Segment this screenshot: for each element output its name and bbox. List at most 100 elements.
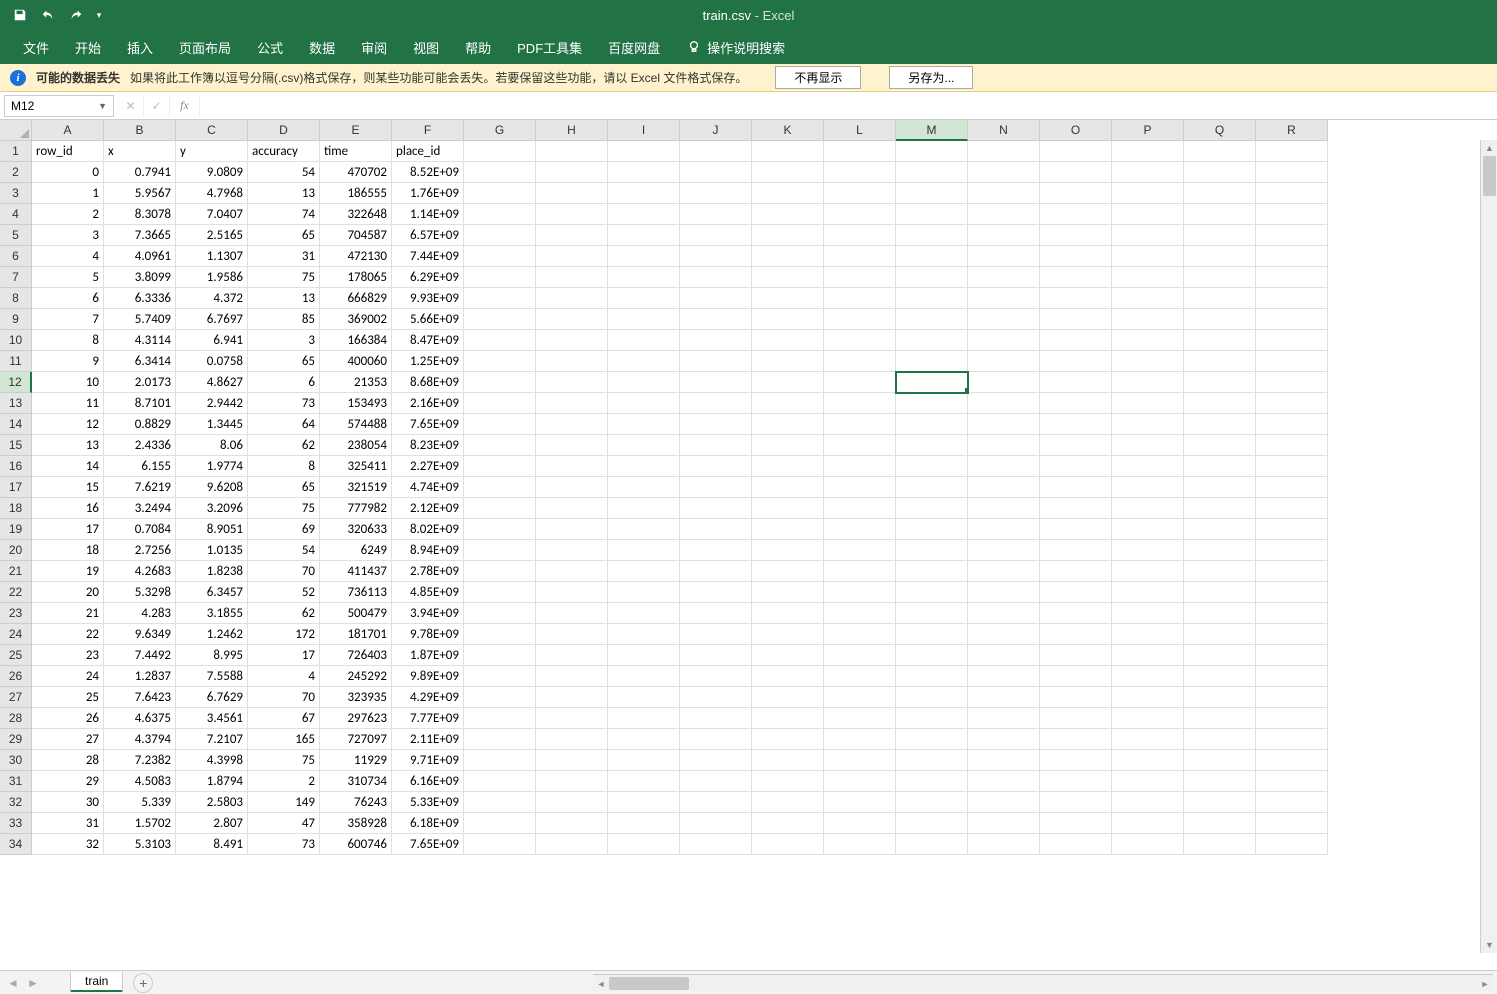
cell-H5[interactable] bbox=[536, 225, 608, 246]
cell-K23[interactable] bbox=[752, 603, 824, 624]
cell-C17[interactable]: 9.6208 bbox=[176, 477, 248, 498]
cell-D2[interactable]: 54 bbox=[248, 162, 320, 183]
row-header-25[interactable]: 25 bbox=[0, 645, 32, 666]
row-header-23[interactable]: 23 bbox=[0, 603, 32, 624]
cell-L34[interactable] bbox=[824, 834, 896, 855]
row-header-13[interactable]: 13 bbox=[0, 393, 32, 414]
cell-I13[interactable] bbox=[608, 393, 680, 414]
cell-C33[interactable]: 2.807 bbox=[176, 813, 248, 834]
cell-L24[interactable] bbox=[824, 624, 896, 645]
cell-H22[interactable] bbox=[536, 582, 608, 603]
row-header-31[interactable]: 31 bbox=[0, 771, 32, 792]
cell-R2[interactable] bbox=[1256, 162, 1328, 183]
cell-H10[interactable] bbox=[536, 330, 608, 351]
cell-P34[interactable] bbox=[1112, 834, 1184, 855]
cell-R23[interactable] bbox=[1256, 603, 1328, 624]
cell-C34[interactable]: 8.491 bbox=[176, 834, 248, 855]
cell-F22[interactable]: 4.85E+09 bbox=[392, 582, 464, 603]
cell-F14[interactable]: 7.65E+09 bbox=[392, 414, 464, 435]
cell-O22[interactable] bbox=[1040, 582, 1112, 603]
cell-P20[interactable] bbox=[1112, 540, 1184, 561]
cell-K31[interactable] bbox=[752, 771, 824, 792]
cell-A19[interactable]: 17 bbox=[32, 519, 104, 540]
cell-K18[interactable] bbox=[752, 498, 824, 519]
cell-I10[interactable] bbox=[608, 330, 680, 351]
cell-N16[interactable] bbox=[968, 456, 1040, 477]
horizontal-scrollbar[interactable]: ◄ ► bbox=[593, 974, 1493, 991]
cell-I5[interactable] bbox=[608, 225, 680, 246]
cell-R9[interactable] bbox=[1256, 309, 1328, 330]
cell-P29[interactable] bbox=[1112, 729, 1184, 750]
cell-C16[interactable]: 1.9774 bbox=[176, 456, 248, 477]
cell-G16[interactable] bbox=[464, 456, 536, 477]
cell-O29[interactable] bbox=[1040, 729, 1112, 750]
cell-L27[interactable] bbox=[824, 687, 896, 708]
cell-K6[interactable] bbox=[752, 246, 824, 267]
cell-O1[interactable] bbox=[1040, 141, 1112, 162]
cell-A5[interactable]: 3 bbox=[32, 225, 104, 246]
cell-I30[interactable] bbox=[608, 750, 680, 771]
cell-I20[interactable] bbox=[608, 540, 680, 561]
cell-J25[interactable] bbox=[680, 645, 752, 666]
cell-A4[interactable]: 2 bbox=[32, 204, 104, 225]
fx-icon[interactable]: fx bbox=[170, 95, 200, 117]
name-box[interactable]: M12▼ bbox=[4, 95, 114, 117]
cell-J19[interactable] bbox=[680, 519, 752, 540]
cell-N7[interactable] bbox=[968, 267, 1040, 288]
cell-B28[interactable]: 4.6375 bbox=[104, 708, 176, 729]
cell-F7[interactable]: 6.29E+09 bbox=[392, 267, 464, 288]
cell-N24[interactable] bbox=[968, 624, 1040, 645]
save-icon[interactable] bbox=[8, 3, 32, 27]
cell-M8[interactable] bbox=[896, 288, 968, 309]
cell-E13[interactable]: 153493 bbox=[320, 393, 392, 414]
cell-M15[interactable] bbox=[896, 435, 968, 456]
tab-pagelayout[interactable]: 页面布局 bbox=[166, 30, 244, 64]
cell-M11[interactable] bbox=[896, 351, 968, 372]
cell-P3[interactable] bbox=[1112, 183, 1184, 204]
cell-H26[interactable] bbox=[536, 666, 608, 687]
cell-I12[interactable] bbox=[608, 372, 680, 393]
cell-O24[interactable] bbox=[1040, 624, 1112, 645]
cell-Q14[interactable] bbox=[1184, 414, 1256, 435]
cell-N2[interactable] bbox=[968, 162, 1040, 183]
cell-H14[interactable] bbox=[536, 414, 608, 435]
cell-F2[interactable]: 8.52E+09 bbox=[392, 162, 464, 183]
cell-K3[interactable] bbox=[752, 183, 824, 204]
cell-O8[interactable] bbox=[1040, 288, 1112, 309]
cell-P31[interactable] bbox=[1112, 771, 1184, 792]
formula-enter-icon[interactable]: ✓ bbox=[144, 95, 170, 117]
cell-K17[interactable] bbox=[752, 477, 824, 498]
cell-L7[interactable] bbox=[824, 267, 896, 288]
cell-E27[interactable]: 323935 bbox=[320, 687, 392, 708]
cell-R14[interactable] bbox=[1256, 414, 1328, 435]
cell-O33[interactable] bbox=[1040, 813, 1112, 834]
cell-G21[interactable] bbox=[464, 561, 536, 582]
cell-N3[interactable] bbox=[968, 183, 1040, 204]
cell-M17[interactable] bbox=[896, 477, 968, 498]
cell-A18[interactable]: 16 bbox=[32, 498, 104, 519]
cell-E4[interactable]: 322648 bbox=[320, 204, 392, 225]
cell-Q23[interactable] bbox=[1184, 603, 1256, 624]
row-header-20[interactable]: 20 bbox=[0, 540, 32, 561]
cell-G26[interactable] bbox=[464, 666, 536, 687]
cell-L22[interactable] bbox=[824, 582, 896, 603]
cell-J6[interactable] bbox=[680, 246, 752, 267]
row-header-4[interactable]: 4 bbox=[0, 204, 32, 225]
row-header-32[interactable]: 32 bbox=[0, 792, 32, 813]
column-header-L[interactable]: L bbox=[824, 120, 896, 141]
cell-F27[interactable]: 4.29E+09 bbox=[392, 687, 464, 708]
cell-A12[interactable]: 10 bbox=[32, 372, 104, 393]
cell-O18[interactable] bbox=[1040, 498, 1112, 519]
cell-J1[interactable] bbox=[680, 141, 752, 162]
cell-A22[interactable]: 20 bbox=[32, 582, 104, 603]
row-header-21[interactable]: 21 bbox=[0, 561, 32, 582]
cell-E18[interactable]: 777982 bbox=[320, 498, 392, 519]
cell-I18[interactable] bbox=[608, 498, 680, 519]
cell-O21[interactable] bbox=[1040, 561, 1112, 582]
cell-D29[interactable]: 165 bbox=[248, 729, 320, 750]
cell-H30[interactable] bbox=[536, 750, 608, 771]
row-header-15[interactable]: 15 bbox=[0, 435, 32, 456]
cell-I26[interactable] bbox=[608, 666, 680, 687]
cell-L32[interactable] bbox=[824, 792, 896, 813]
cell-K9[interactable] bbox=[752, 309, 824, 330]
